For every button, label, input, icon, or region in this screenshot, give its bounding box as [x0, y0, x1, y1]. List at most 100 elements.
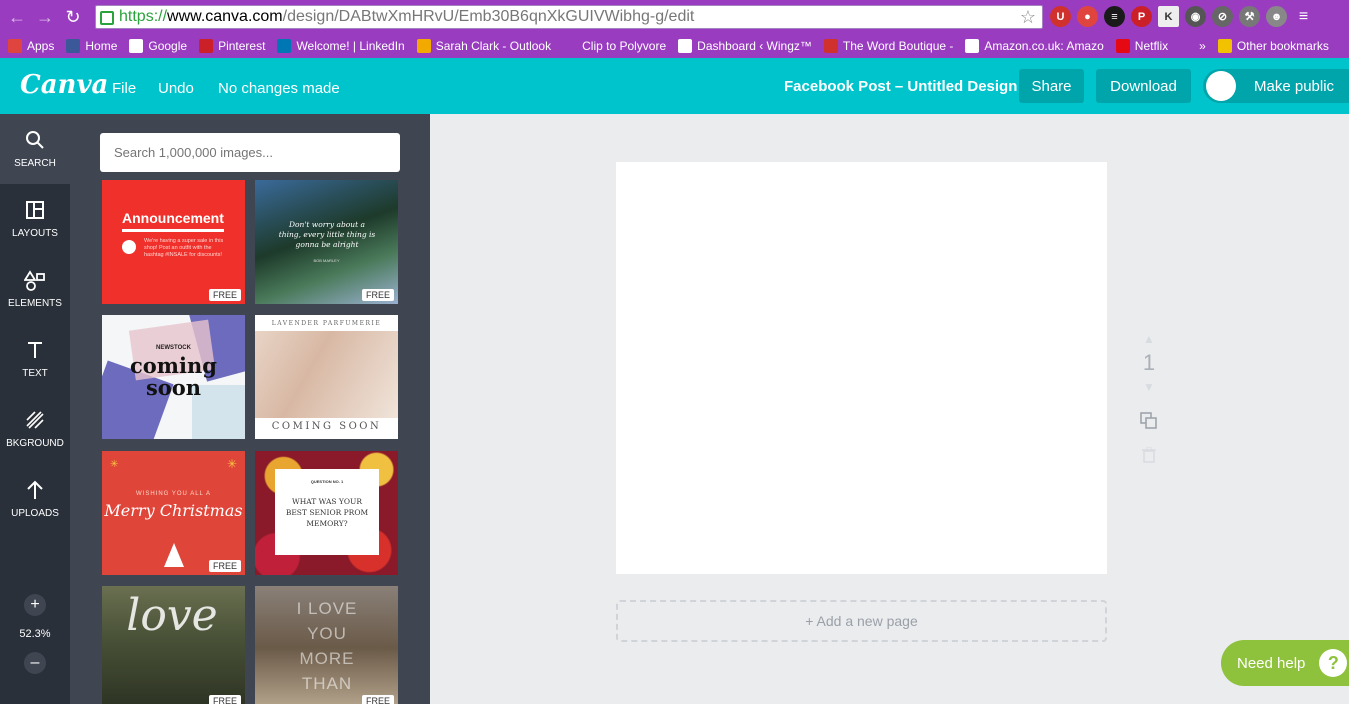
bookmark-label: The Word Boutique - [842, 39, 954, 53]
sidebar-item-layouts[interactable]: LAYOUTS [0, 184, 70, 254]
make-public-label: Make public [1254, 77, 1335, 95]
layouts-icon [25, 200, 45, 224]
layout-tile[interactable]: Announcement We're having a super sale i… [102, 180, 245, 304]
toggle-knob [1206, 71, 1236, 101]
reload-icon[interactable]: ↻ [62, 6, 84, 28]
wrench-icon[interactable]: ⚒ [1239, 6, 1260, 27]
sidebar-item-background[interactable]: BKGROUND [0, 394, 70, 464]
url-scheme: https:// [119, 8, 168, 25]
copy-page-icon[interactable] [1136, 412, 1162, 435]
free-badge: FREE [208, 289, 241, 301]
bookmark-item[interactable]: Sarah Clark - Outlook [416, 36, 551, 56]
free-badge: FREE [208, 695, 241, 704]
bookmark-label: Dashboard ‹ Wingz™ [697, 39, 812, 53]
tile-body: We're having a super sale in this shop! … [144, 238, 224, 258]
need-help-label: Need help [1237, 654, 1306, 672]
tile-subtitle: NEWSTOCK [156, 345, 191, 351]
bookmark-label: Home [85, 39, 118, 53]
zoom-in-button[interactable]: + [24, 594, 46, 616]
bookmark-icon [563, 39, 578, 53]
sidebar-item-uploads[interactable]: UPLOADS [0, 464, 70, 534]
account-icon[interactable]: ☻ [1266, 6, 1287, 27]
bookmark-star-icon[interactable]: ☆ [1020, 7, 1036, 28]
layout-tile[interactable]: QUESTION NO. 1 WHAT WAS YOUR BEST SENIOR… [255, 451, 398, 575]
url-host: www.canva.com [167, 8, 283, 25]
layout-tile[interactable]: I LOVE YOU MORE THAN FREE [255, 586, 398, 704]
bookmark-item[interactable]: » [1180, 36, 1206, 56]
zoom-out-button[interactable]: – [24, 652, 46, 674]
canva-logo[interactable]: Canva [20, 70, 108, 100]
editor-canvas-area: ▲ 1 ▼ + Add a new page Need help ? [430, 114, 1349, 704]
sidebar-label: LAYOUTS [12, 227, 58, 239]
document-title[interactable]: Facebook Post – Untitled Design [784, 78, 1017, 95]
delete-page-icon[interactable] [1136, 446, 1162, 468]
layout-tile[interactable]: Don't worry about a thing, every little … [255, 180, 398, 304]
bookmark-item[interactable]: Welcome! | LinkedIn [277, 36, 405, 56]
bookmarks-bar: Apps Home Google Pinterest Welcome! | Linked… [0, 34, 1349, 58]
record-icon[interactable]: ● [1077, 6, 1098, 27]
move-page-down-icon[interactable]: ▼ [1136, 380, 1162, 394]
tile-title: I LOVE YOU MORE THAN [296, 599, 358, 693]
design-page[interactable] [616, 162, 1107, 574]
layers-icon[interactable]: ≡ [1104, 6, 1125, 27]
url-path: /design/DABtwXmHRvU/Emb30B6qnXkGUIVWibhg… [282, 8, 695, 25]
need-help-button[interactable]: Need help ? [1221, 640, 1349, 686]
download-button[interactable]: Download [1096, 69, 1191, 103]
pinterest-ext-icon[interactable]: P [1131, 6, 1152, 27]
forward-arrow-icon[interactable]: → [34, 6, 56, 28]
menu-icon[interactable]: ≡ [1293, 6, 1314, 27]
bookmark-item[interactable]: Apps [8, 36, 54, 56]
blocked-icon[interactable]: ⊘ [1212, 6, 1233, 27]
sparkle-icon: ✳ [226, 457, 237, 471]
layouts-panel: Announcement We're having a super sale i… [70, 114, 430, 704]
file-menu[interactable]: File [112, 80, 136, 97]
url-bar[interactable]: https:// www.canva.com /design/DABtwXmHR… [95, 5, 1043, 29]
bookmark-item[interactable]: Other bookmarks [1217, 36, 1329, 56]
move-page-up-icon[interactable]: ▲ [1136, 332, 1162, 346]
sparkle-icon: ✳ [110, 459, 119, 470]
layout-tile[interactable]: LAVENDER PARFUMERIE COMING SOON [255, 315, 398, 439]
image-search-input[interactable] [100, 133, 400, 172]
bookmark-item[interactable]: Amazon.co.uk: Amazo [965, 36, 1104, 56]
sidebar-item-search[interactable]: SEARCH [0, 114, 70, 184]
photo-portrait [255, 331, 398, 418]
sidebar-item-text[interactable]: TEXT [0, 324, 70, 394]
address-row: ← → ↻ https:// www.canva.com /design/DAB… [0, 0, 1349, 34]
save-status: No changes made [218, 80, 340, 97]
facebook-icon [66, 39, 81, 53]
bookmark-label: Google [148, 39, 188, 53]
ublock-icon[interactable]: U [1050, 6, 1071, 27]
make-public-toggle[interactable]: Make public [1203, 69, 1349, 103]
bookmark-item[interactable]: Home [66, 36, 117, 56]
outlook-icon [416, 39, 431, 53]
tile-subtitle: WISHING YOU ALL A [135, 491, 212, 497]
sidebar-label: UPLOADS [11, 507, 59, 519]
bookmark-label: Other bookmarks [1236, 39, 1329, 53]
share-button[interactable]: Share [1019, 69, 1084, 103]
layout-tile[interactable]: NEWSTOCK coming soon [102, 315, 245, 439]
extension-icons: U ● ≡ P K ◉ ⊘ ⚒ ☻ ≡ [1050, 6, 1314, 27]
tile-title: coming soon [130, 353, 217, 400]
add-page-button[interactable]: + Add a new page [616, 600, 1107, 642]
bookmark-item[interactable]: Netflix [1115, 36, 1168, 56]
free-badge: FREE [361, 289, 394, 301]
bookmark-item[interactable]: Google [129, 36, 187, 56]
bookmark-item[interactable]: The Word Boutique - [823, 36, 954, 56]
tile-divider [122, 229, 224, 232]
zoom-controls: + 52.3% – [0, 594, 70, 674]
layout-tile[interactable]: WISHING YOU ALL A Merry Christmas ✳ ✳ FR… [102, 451, 245, 575]
undo-button[interactable]: Undo [158, 80, 194, 97]
back-arrow-icon[interactable]: ← [6, 6, 28, 28]
folder-icon [1217, 39, 1232, 53]
left-sidebar: SEARCH LAYOUTS ELEMENTS TEXT BKGROUND UP… [0, 114, 70, 704]
layout-tile[interactable]: love FREE [102, 586, 245, 704]
bookmark-item[interactable]: Pinterest [199, 36, 265, 56]
text-icon [25, 340, 45, 364]
bookmark-item[interactable]: Clip to Polyvore [563, 36, 666, 56]
sidebar-item-elements[interactable]: ELEMENTS [0, 254, 70, 324]
evernote-icon[interactable]: ◉ [1185, 6, 1206, 27]
bookmark-label: Welcome! | LinkedIn [296, 39, 405, 53]
christmas-tree-icon [164, 543, 184, 567]
bookmark-item[interactable]: Dashboard ‹ Wingz™ [678, 36, 812, 56]
k-ext-icon[interactable]: K [1158, 6, 1179, 27]
